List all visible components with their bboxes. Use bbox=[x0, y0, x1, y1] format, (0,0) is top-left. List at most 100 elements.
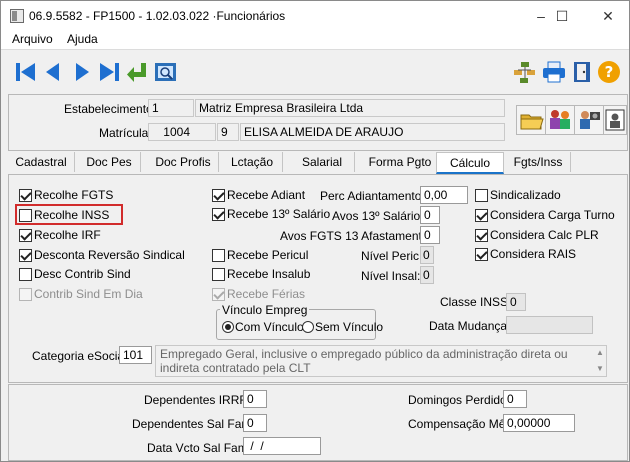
recolhe-irf-checkbox[interactable] bbox=[19, 229, 32, 242]
scroll-down-icon[interactable]: ▼ bbox=[594, 363, 606, 375]
categoria-description: Empregado Geral, inclusive o empregado p… bbox=[155, 345, 607, 377]
considera-calc-plr-checkbox[interactable] bbox=[475, 229, 488, 242]
matricula-label: Matrícula: bbox=[99, 126, 152, 140]
header-panel: Estabelecimento: 1 Matriz Empresa Brasil… bbox=[8, 94, 628, 151]
tab-doc-pes[interactable]: Doc Pes bbox=[78, 152, 141, 172]
dep-irrf-label: Dependentes IRRF: bbox=[144, 393, 251, 407]
nivel-insal-label: Nível Insal: bbox=[361, 269, 421, 283]
desc-contrib-sind-label: Desc Contrib Sind bbox=[34, 267, 131, 281]
open-folder-button[interactable] bbox=[516, 105, 546, 135]
tab-fgts-inss[interactable]: Fgts/Inss bbox=[506, 152, 571, 172]
folder-icon bbox=[520, 114, 544, 130]
avos13-input[interactable]: 0 bbox=[420, 206, 440, 224]
sindicalizado-checkbox[interactable] bbox=[475, 189, 488, 202]
data-vcto-label: Data Vcto Sal Fam: bbox=[147, 441, 252, 455]
window-title: 06.9.5582 - FP1500 - 1.02.03.022 ·Funcio… bbox=[29, 9, 286, 23]
nivel-insal-field: 0 bbox=[420, 266, 434, 284]
tab-bar: Cadastral Doc Pes Doc Profis Lctação Sal… bbox=[8, 152, 626, 174]
considera-carga-turno-label: Considera Carga Turno bbox=[490, 208, 615, 222]
compensacao-label: Compensação Mês: bbox=[408, 417, 515, 431]
data-vcto-input[interactable]: / / bbox=[243, 437, 321, 455]
avos-fgts-input[interactable]: 0 bbox=[420, 226, 440, 244]
considera-rais-checkbox[interactable] bbox=[475, 248, 488, 261]
recebe-13-checkbox[interactable] bbox=[212, 208, 225, 221]
classe-inss-field: 0 bbox=[506, 293, 526, 311]
print-icon[interactable] bbox=[541, 60, 567, 84]
categoria-label: Categoria eSocial: bbox=[32, 349, 131, 363]
close-button[interactable]: ✕ bbox=[588, 5, 628, 27]
tab-doc-profis[interactable]: Doc Profis bbox=[148, 152, 219, 172]
matricula-name-field: ELISA ALMEIDA DE ARAUJO bbox=[240, 123, 505, 141]
data-mudanca-field bbox=[506, 316, 593, 334]
dep-irrf-input[interactable]: 0 bbox=[243, 390, 267, 408]
sindicalizado-label: Sindicalizado bbox=[490, 188, 561, 202]
tree-icon[interactable] bbox=[511, 60, 537, 84]
considera-calc-plr-label: Considera Calc PLR bbox=[490, 228, 599, 242]
main-window: 06.9.5582 - FP1500 - 1.02.03.022 ·Funcio… bbox=[0, 0, 630, 462]
estabelecimento-name-field: Matriz Empresa Brasileira Ltda bbox=[195, 99, 505, 117]
recebe-insalub-checkbox[interactable] bbox=[212, 268, 225, 281]
dep-salfam-label: Dependentes Sal Fam: bbox=[132, 417, 255, 431]
tab-lotacao[interactable]: Lctação bbox=[222, 152, 283, 172]
first-record-icon[interactable] bbox=[13, 60, 39, 84]
nivel-peric-field: 0 bbox=[420, 246, 434, 264]
considera-rais-label: Considera RAIS bbox=[490, 247, 577, 261]
domingos-input[interactable]: 0 bbox=[503, 390, 527, 408]
desconta-reversao-label: Desconta Reversão Sindical bbox=[34, 248, 185, 262]
toolbar: ? bbox=[1, 49, 629, 92]
highlight-box bbox=[15, 204, 123, 225]
last-record-icon[interactable] bbox=[97, 60, 123, 84]
recebe-ferias-label: Recebe Férias bbox=[227, 287, 306, 301]
matricula-digit-field: 9 bbox=[217, 123, 239, 141]
data-mudanca-label: Data Mudança: bbox=[429, 319, 511, 333]
recebe-adiant-checkbox[interactable] bbox=[212, 189, 225, 202]
avos13-label: Avos 13º Salário: bbox=[332, 209, 424, 223]
camera-person-icon bbox=[580, 111, 600, 129]
recebe-ferias-checkbox bbox=[212, 288, 225, 301]
recebe-13-label: Recebe 13º Salário bbox=[227, 207, 331, 221]
perc-adiant-input[interactable]: 0,00 bbox=[420, 186, 468, 204]
scroll-up-icon[interactable]: ▲ bbox=[594, 347, 606, 359]
desconta-reversao-checkbox[interactable] bbox=[19, 249, 32, 262]
tab-salarial[interactable]: Salarial bbox=[290, 152, 355, 172]
desc-contrib-sind-checkbox[interactable] bbox=[19, 268, 32, 281]
tab-calculo[interactable]: Cálculo bbox=[436, 152, 504, 174]
com-vinculo-label: Com Vínculo bbox=[235, 320, 304, 334]
preview-icon[interactable] bbox=[153, 60, 179, 84]
categoria-code-input[interactable]: 101 bbox=[119, 346, 152, 364]
next-record-icon[interactable] bbox=[69, 60, 95, 84]
menu-bar: Arquivo Ajuda bbox=[1, 31, 629, 49]
help-glyph: ? bbox=[605, 63, 614, 81]
estabelecimento-code-field: 1 bbox=[148, 99, 194, 117]
domingos-label: Domingos Perdidos: bbox=[408, 393, 517, 407]
recolhe-irf-label: Recolhe IRF bbox=[34, 228, 101, 242]
photo-button[interactable] bbox=[603, 105, 627, 135]
help-icon[interactable]: ? bbox=[597, 60, 623, 84]
vinculo-title: Vínculo Empreg bbox=[220, 303, 310, 317]
tab-forma-pgto[interactable]: Forma Pgto bbox=[364, 152, 437, 172]
maximize-button[interactable]: ☐ bbox=[542, 5, 582, 27]
tab-cadastral[interactable]: Cadastral bbox=[8, 152, 75, 172]
exit-door-icon[interactable] bbox=[569, 60, 595, 84]
com-vinculo-radio[interactable] bbox=[222, 321, 234, 333]
camera-person-button[interactable] bbox=[574, 105, 604, 135]
employees-button[interactable] bbox=[545, 105, 575, 135]
return-icon[interactable] bbox=[125, 60, 151, 84]
person-frame-icon bbox=[605, 109, 625, 131]
compensacao-input[interactable]: 0,00000 bbox=[503, 414, 575, 432]
menu-arquivo[interactable]: Arquivo bbox=[12, 32, 53, 46]
recolhe-fgts-checkbox[interactable] bbox=[19, 189, 32, 202]
recebe-adiant-label: Recebe Adiant bbox=[227, 188, 306, 202]
considera-carga-turno-checkbox[interactable] bbox=[475, 209, 488, 222]
perc-adiant-label: Perc Adiantamento: bbox=[320, 189, 425, 203]
recebe-pericul-label: Recebe Pericul bbox=[227, 248, 309, 262]
sem-vinculo-radio[interactable] bbox=[302, 321, 314, 333]
recolhe-fgts-label: Recolhe FGTS bbox=[34, 188, 114, 202]
dep-salfam-input[interactable]: 0 bbox=[243, 414, 267, 432]
recebe-pericul-checkbox[interactable] bbox=[212, 249, 225, 262]
contrib-sind-em-dia-checkbox bbox=[19, 288, 32, 301]
title-bar: 06.9.5582 - FP1500 - 1.02.03.022 ·Funcio… bbox=[1, 1, 629, 31]
prev-record-icon[interactable] bbox=[41, 60, 67, 84]
matricula-code-field: 1004 bbox=[148, 123, 216, 141]
menu-ajuda[interactable]: Ajuda bbox=[67, 32, 98, 46]
